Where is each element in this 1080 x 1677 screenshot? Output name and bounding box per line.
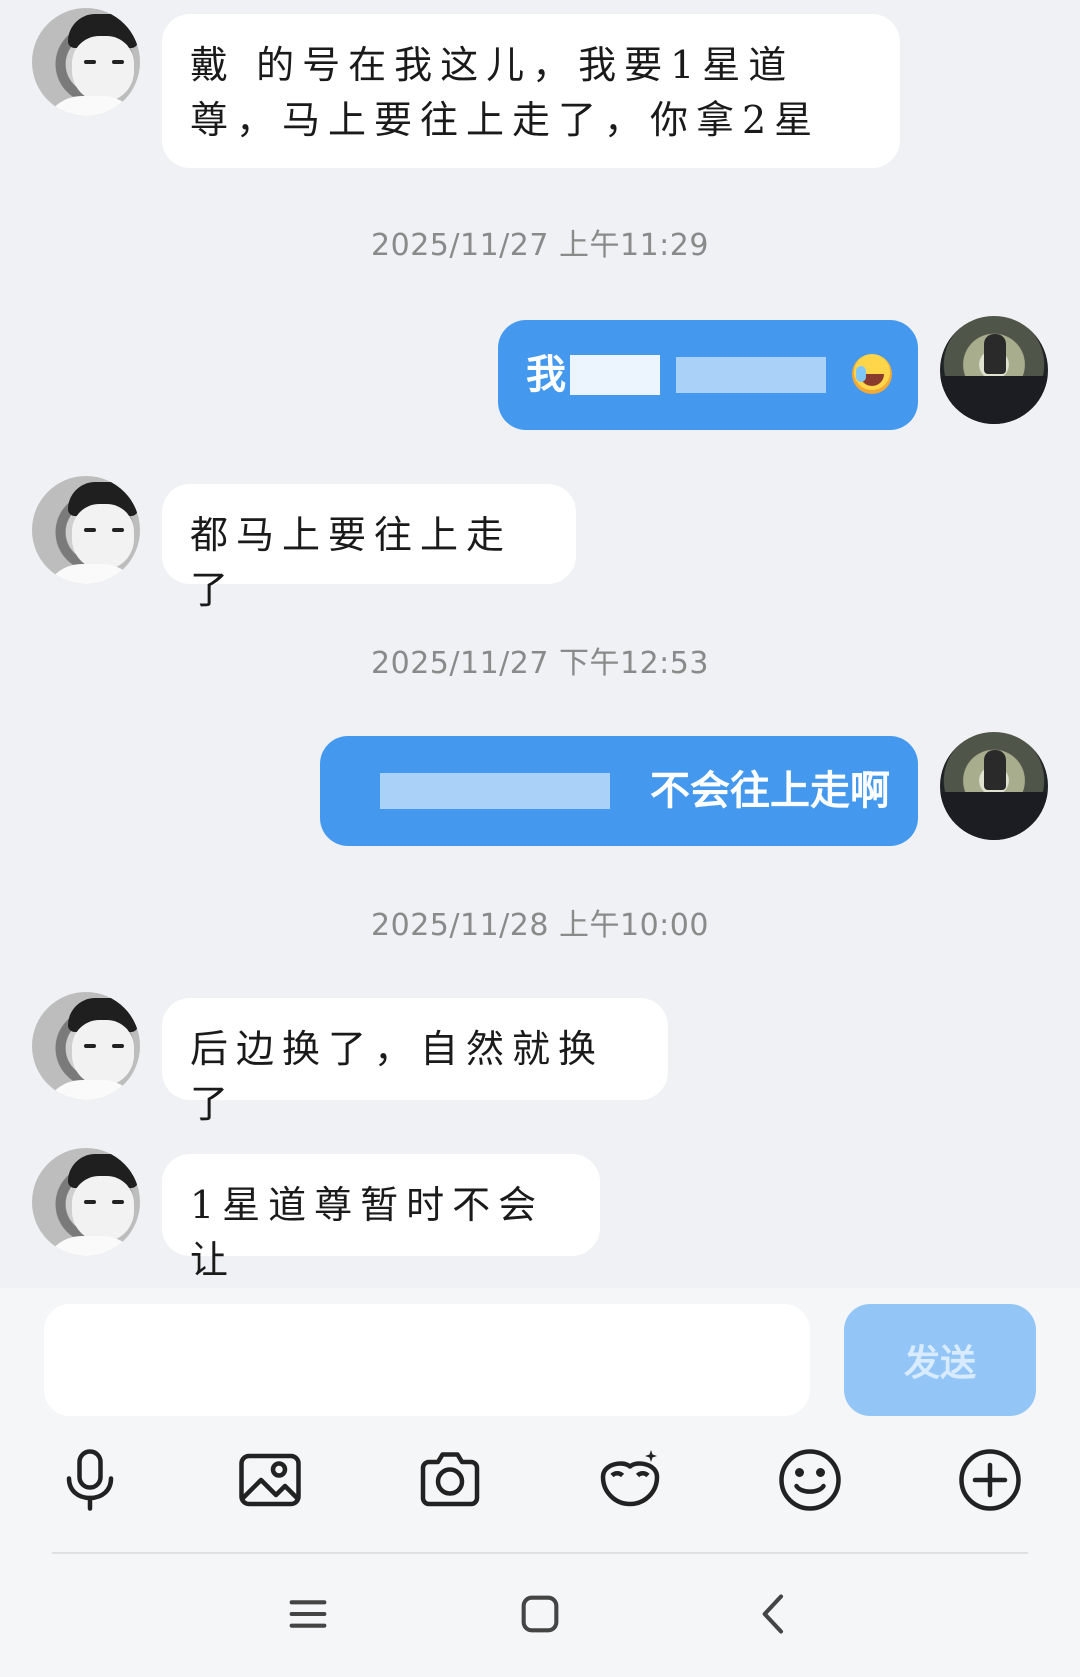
contact-avatar[interactable] <box>32 8 140 116</box>
contact-avatar[interactable] <box>32 992 140 1100</box>
my-avatar[interactable] <box>940 316 1048 424</box>
message-text: 不会往上走啊 <box>650 768 890 814</box>
emoji-mask-icon[interactable] <box>588 1438 672 1522</box>
incoming-message[interactable]: 戴 的号在我这儿，我要1星道尊，马上要往上走了，你拿2星 <box>162 14 900 168</box>
send-button[interactable]: 发送 <box>844 1304 1036 1416</box>
composer-panel: 发送 <box>0 1288 1080 1677</box>
outgoing-message[interactable]: 我 <box>498 320 918 430</box>
message-text: 我 <box>526 352 566 398</box>
smiley-icon[interactable] <box>768 1438 852 1522</box>
message-list: 戴 的号在我这儿，我要1星道尊，马上要往上走了，你拿2星 2025/11/27 … <box>0 0 1080 1288</box>
contact-avatar[interactable] <box>32 476 140 584</box>
menu-icon[interactable] <box>276 1582 340 1646</box>
chat-screen: 戴 的号在我这儿，我要1星道尊，马上要往上走了，你拿2星 2025/11/27 … <box>0 0 1080 1677</box>
message-input[interactable] <box>44 1304 810 1416</box>
redaction-block <box>676 357 826 393</box>
message-text: 后边换了，自然就换了 <box>190 1027 605 1127</box>
message-text: 1星道尊暂时不会让 <box>190 1183 545 1283</box>
message-text: 戴 的号在我这儿，我要1星道尊，马上要往上走了，你拿2星 <box>190 43 821 143</box>
back-icon[interactable] <box>742 1582 806 1646</box>
incoming-message[interactable]: 1星道尊暂时不会让 <box>162 1154 600 1282</box>
message-text: 都马上要往上走了 <box>190 513 513 613</box>
my-avatar[interactable] <box>940 732 1048 840</box>
timestamp: 2025/11/27 上午11:29 <box>371 228 709 263</box>
outgoing-message[interactable]: 不会往上走啊 <box>320 736 918 846</box>
incoming-message[interactable]: 后边换了，自然就换了 <box>162 998 668 1126</box>
redaction-block <box>570 355 660 395</box>
contact-avatar[interactable] <box>32 1148 140 1256</box>
home-icon[interactable] <box>508 1582 572 1646</box>
crying-emoji-icon <box>852 354 892 394</box>
timestamp: 2025/11/27 下午12:53 <box>371 646 709 681</box>
image-icon[interactable] <box>228 1438 312 1522</box>
incoming-message[interactable]: 都马上要往上走了 <box>162 484 576 612</box>
timestamp: 2025/11/28 上午10:00 <box>371 908 709 943</box>
system-nav-bar <box>0 1554 1080 1677</box>
input-toolbar <box>0 1438 1080 1528</box>
plus-circle-icon[interactable] <box>948 1438 1032 1522</box>
camera-icon[interactable] <box>408 1438 492 1522</box>
redaction-block <box>380 773 610 809</box>
microphone-icon[interactable] <box>48 1438 132 1522</box>
